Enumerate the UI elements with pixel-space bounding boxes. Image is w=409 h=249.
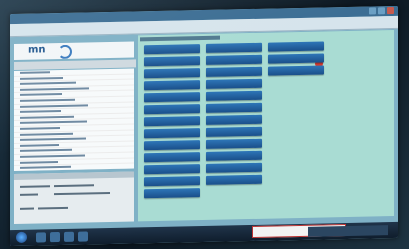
details-line	[20, 185, 50, 188]
windows-start-icon[interactable]	[16, 231, 27, 243]
tree-item-label	[20, 154, 85, 158]
tree-item-label	[20, 87, 89, 91]
menu-tile[interactable]	[268, 65, 324, 76]
tree-item-label	[20, 120, 87, 125]
tree-item-label	[20, 137, 86, 141]
menu-tile[interactable]	[268, 53, 324, 64]
menu-tile[interactable]	[206, 162, 262, 173]
close-icon[interactable]	[387, 7, 394, 15]
minimize-icon[interactable]	[369, 7, 376, 15]
menu-tile[interactable]	[144, 44, 200, 55]
tree-item-label	[20, 132, 73, 136]
menu-tile[interactable]	[206, 138, 262, 149]
menu-tile[interactable]	[206, 54, 262, 65]
tree-item-label	[20, 98, 75, 102]
tree-item-label	[20, 71, 50, 74]
tree-item-label	[20, 160, 58, 164]
details-line	[38, 206, 68, 210]
menu-tile[interactable]	[206, 66, 262, 77]
app-logo: mn	[14, 41, 134, 60]
menu-tile[interactable]	[206, 114, 262, 125]
taskbar	[10, 221, 398, 247]
details-header	[14, 171, 134, 180]
menu-tile[interactable]	[144, 116, 200, 127]
menu-tile[interactable]	[144, 80, 200, 91]
tree-item-label	[20, 110, 61, 114]
tree-item-label	[20, 93, 62, 97]
sidebar-tree	[14, 68, 134, 171]
menu-tile[interactable]	[144, 68, 200, 79]
details-line	[54, 184, 94, 188]
menu-tile[interactable]	[206, 90, 262, 101]
browser-icon[interactable]	[50, 232, 60, 243]
app-icon[interactable]	[78, 231, 88, 242]
tree-item-label	[20, 143, 59, 147]
menu-tile[interactable]	[206, 126, 262, 137]
folder-icon[interactable]	[36, 232, 46, 243]
monitor-bezel: mn	[0, 0, 409, 249]
logo-mark-icon	[58, 44, 72, 60]
details-line	[20, 207, 34, 210]
tree-item-label	[20, 165, 71, 169]
menu-tile[interactable]	[144, 140, 200, 151]
screen: mn	[10, 5, 398, 247]
tree-item-label	[20, 81, 76, 86]
main-panel	[138, 30, 394, 222]
menu-tile[interactable]	[206, 174, 262, 185]
menu-tile[interactable]	[144, 92, 200, 103]
menu-tile[interactable]	[144, 128, 200, 139]
menu-tile[interactable]	[144, 188, 200, 199]
tree-item-label	[20, 103, 88, 108]
menu-tile[interactable]	[144, 104, 200, 115]
app-icon[interactable]	[64, 231, 74, 242]
details-line	[20, 193, 38, 196]
menu-tile[interactable]	[144, 56, 200, 67]
menu-tile[interactable]	[206, 78, 262, 89]
tree-item-label	[20, 149, 72, 153]
menu-tile[interactable]	[206, 42, 262, 53]
tree-item-label	[20, 115, 74, 119]
logo-text: mn	[28, 44, 46, 56]
details-line	[54, 191, 110, 196]
tree-item-label	[20, 126, 60, 130]
system-tray[interactable]	[308, 225, 388, 237]
menu-tile[interactable]	[206, 150, 262, 161]
details-panel	[14, 171, 134, 224]
tree-item-label	[20, 76, 63, 80]
menu-tile[interactable]	[206, 102, 262, 113]
menu-tile[interactable]	[268, 41, 324, 52]
main-header	[140, 35, 220, 42]
menu-tile[interactable]	[144, 176, 200, 187]
menu-tile[interactable]	[144, 164, 200, 175]
menu-tile[interactable]	[144, 152, 200, 163]
maximize-icon[interactable]	[378, 7, 385, 15]
